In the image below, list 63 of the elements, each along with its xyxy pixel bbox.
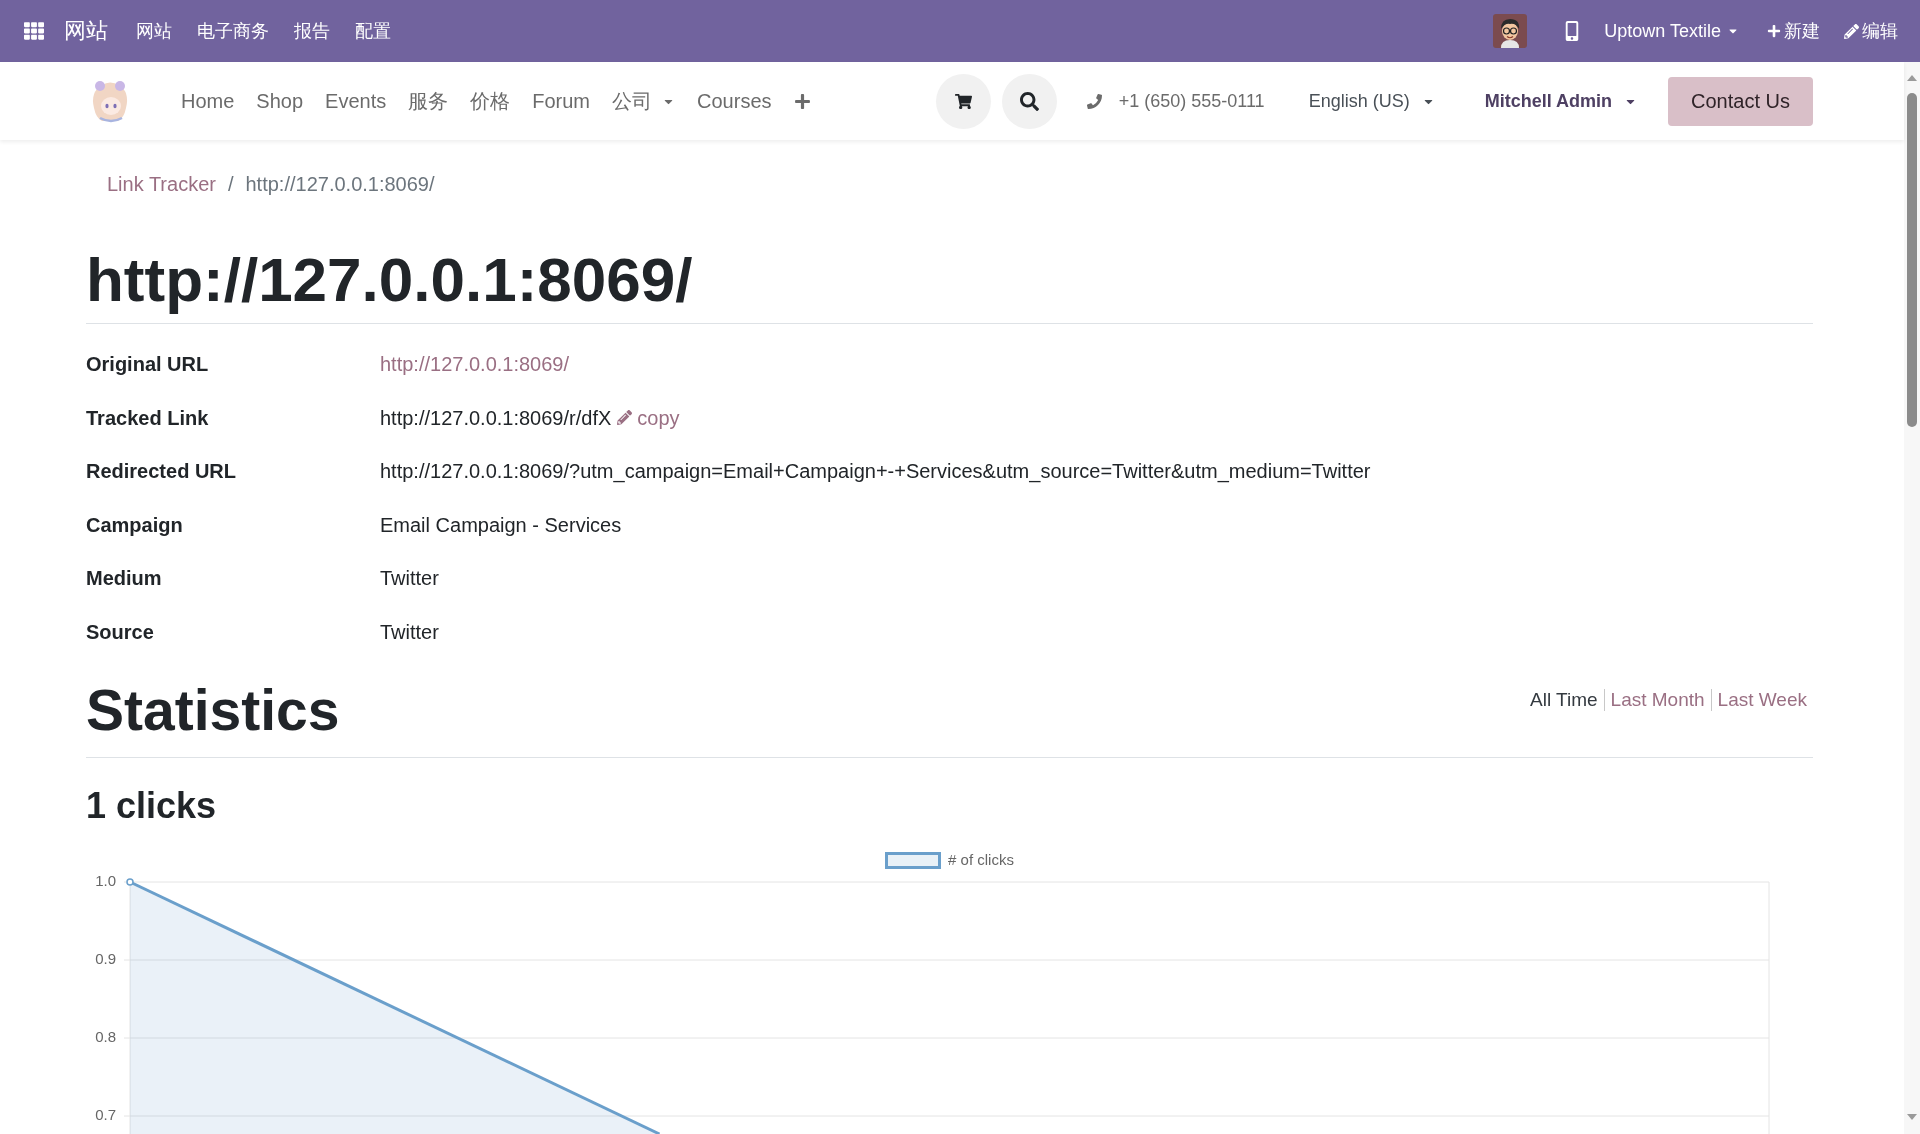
y-axis-label: 0.8 xyxy=(95,1027,116,1045)
field-value: http://127.0.0.1:8069/r/dfX xyxy=(380,405,612,431)
period-filter[interactable]: Last Week xyxy=(1717,688,1807,712)
field-value: Twitter xyxy=(380,566,439,592)
nav-link[interactable]: Events xyxy=(325,88,387,114)
nav-link[interactable]: 服务 xyxy=(408,88,449,114)
field-value: http://127.0.0.1:8069/?utm_campaign=Email+Campaign+-+Services&utm_source=Twitter&utm_medium=Twitter xyxy=(380,459,1371,485)
nav-link[interactable]: Shop xyxy=(256,88,304,114)
breadcrumb-separator: / xyxy=(227,172,234,196)
phone-icon xyxy=(1086,93,1102,109)
field-label: Medium xyxy=(86,566,163,592)
mobile-icon[interactable] xyxy=(1565,21,1580,41)
statistics-heading: Statistics xyxy=(86,677,340,744)
page-title: http://127.0.0.1:8069/ xyxy=(86,244,693,316)
nav-link[interactable]: Courses xyxy=(697,88,772,114)
field-value: Email Campaign - Services xyxy=(380,512,622,538)
data-point xyxy=(126,878,134,886)
clicks-count: 1 clicks xyxy=(86,784,217,828)
nav-link[interactable]: Forum xyxy=(532,88,591,114)
field-link[interactable]: http://127.0.0.1:8069/ xyxy=(380,351,570,378)
field-label: Campaign xyxy=(86,512,184,538)
top-menu-item[interactable]: 配置 xyxy=(355,19,391,43)
pencil-icon xyxy=(1844,23,1859,39)
pencil-icon xyxy=(617,410,633,426)
plus-icon xyxy=(1767,24,1781,38)
period-filter[interactable]: Last Month xyxy=(1610,688,1705,712)
y-axis-label: 0.7 xyxy=(95,1105,116,1123)
avatar-icon[interactable] xyxy=(1493,14,1528,48)
field-value: Twitter xyxy=(380,619,439,645)
nav-link[interactable]: 价格 xyxy=(470,88,511,114)
top-menu-item[interactable]: 电子商务 xyxy=(197,19,269,43)
scroll-up-arrow-icon[interactable] xyxy=(1907,75,1917,81)
top-menu-item[interactable]: 网站 xyxy=(136,19,172,43)
period-filter[interactable]: All Time xyxy=(1530,688,1598,712)
scroll-down-arrow-icon[interactable] xyxy=(1907,1114,1917,1120)
nav-link[interactable]: 公司 xyxy=(612,88,676,114)
scrollbar-thumb[interactable] xyxy=(1907,93,1917,427)
edit-button[interactable]: 编辑 xyxy=(1844,19,1898,43)
field-label: Original URL xyxy=(86,352,210,378)
cart-icon xyxy=(954,92,972,110)
search-icon xyxy=(1019,91,1039,111)
nav-link[interactable]: Home xyxy=(181,88,235,114)
new-button[interactable]: 新建 xyxy=(1767,19,1820,43)
field-label: Tracked Link xyxy=(86,405,210,431)
contact-us-button[interactable]: Contact Us xyxy=(1668,76,1813,126)
y-axis-label: 1.0 xyxy=(95,874,116,889)
company-dropdown[interactable]: Uptown Textile xyxy=(1604,19,1739,43)
breadcrumb-link[interactable]: Link Tracker xyxy=(107,172,216,196)
field-label: Redirected URL xyxy=(86,459,238,485)
legend-label: # of clicks xyxy=(948,850,1014,870)
language-dropdown[interactable]: English (US) xyxy=(1308,89,1435,113)
plus-icon[interactable] xyxy=(793,92,811,110)
phone-number: +1 (650) 555-0111 xyxy=(1118,90,1265,113)
legend-swatch-icon xyxy=(885,851,942,869)
apps-menu-icon[interactable] xyxy=(24,21,44,41)
top-menu-item[interactable]: 报告 xyxy=(294,19,330,43)
scrollbar[interactable] xyxy=(1904,62,1920,1134)
copy-link[interactable]: copy xyxy=(617,404,680,431)
user-dropdown[interactable]: Mitchell Admin xyxy=(1484,89,1637,113)
app-title: 网站 xyxy=(64,17,108,45)
field-label: Source xyxy=(86,619,155,645)
breadcrumb-current: http://127.0.0.1:8069/ xyxy=(245,172,435,196)
y-axis-label: 0.9 xyxy=(95,949,116,967)
